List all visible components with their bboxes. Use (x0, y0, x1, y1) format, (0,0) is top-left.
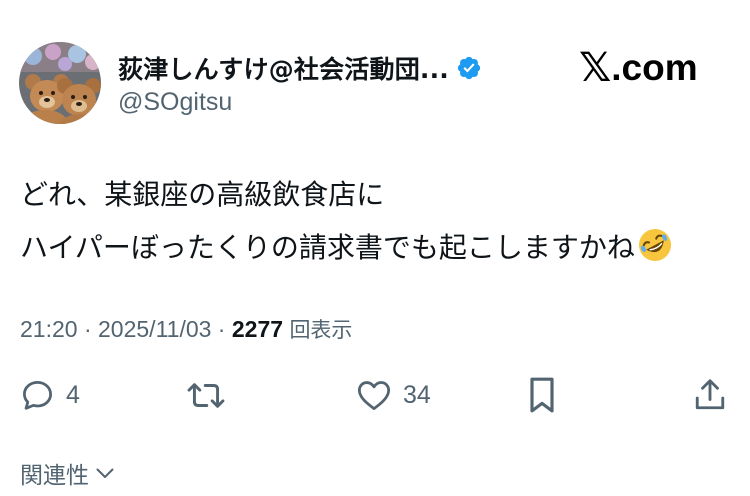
views-count: 2277 (231, 316, 284, 342)
like-button[interactable]: 34 (355, 375, 431, 415)
x-logo-icon: 𝕏 (579, 45, 612, 91)
share-icon (695, 379, 725, 410)
author-handle[interactable]: @SOgitsu (118, 88, 232, 117)
tweet-meta: 21:20 · 2025/11/03 · 2277 回表示 (20, 314, 352, 344)
views-label: 回表示 (289, 318, 353, 342)
relevance-label: 関連性 (20, 463, 89, 489)
heart-icon (357, 380, 391, 410)
reply-count: 4 (66, 380, 80, 409)
reply-icon (23, 380, 52, 410)
tweet-line: どれ、某銀座の高級飲食店に (20, 178, 385, 211)
bookmark-icon (530, 377, 554, 413)
share-button[interactable] (692, 375, 728, 415)
x-com-logo: 𝕏 .com (579, 45, 698, 91)
tweet-line: ハイパーぼったくりの請求書でも起こしますかね (20, 221, 730, 274)
display-name[interactable]: 荻津しんすけ@社会活動団... (118, 50, 449, 86)
tweet-line-text: ハイパーぼったくりの請求書でも起こしますかね (20, 231, 635, 264)
tweet-date[interactable]: 2025/11/03 (98, 316, 211, 342)
teddy-bears-avatar (19, 42, 101, 124)
tweet-text: どれ、某銀座の高級飲食店に ハイパーぼったくりの請求書でも起こしますかね (20, 168, 730, 274)
avatar[interactable] (19, 42, 101, 124)
relevance-sort-dropdown[interactable]: 関連性 (20, 456, 117, 490)
verified-badge-icon (457, 56, 481, 80)
brand-domain: .com (611, 47, 698, 88)
rolling-on-floor-laughing-emoji (638, 229, 671, 261)
reply-button[interactable]: 4 (19, 375, 80, 415)
bookmark-button[interactable] (525, 375, 559, 415)
retweet-button[interactable] (185, 375, 237, 415)
author-name-row[interactable]: 荻津しんすけ@社会活動団... (118, 50, 482, 86)
like-count: 34 (403, 380, 431, 409)
chevron-down-icon (96, 468, 114, 478)
tweet-time[interactable]: 21:20 (20, 316, 78, 342)
meta-separator: · (77, 316, 99, 342)
meta-separator: · (211, 316, 232, 342)
retweet-icon (187, 382, 225, 408)
